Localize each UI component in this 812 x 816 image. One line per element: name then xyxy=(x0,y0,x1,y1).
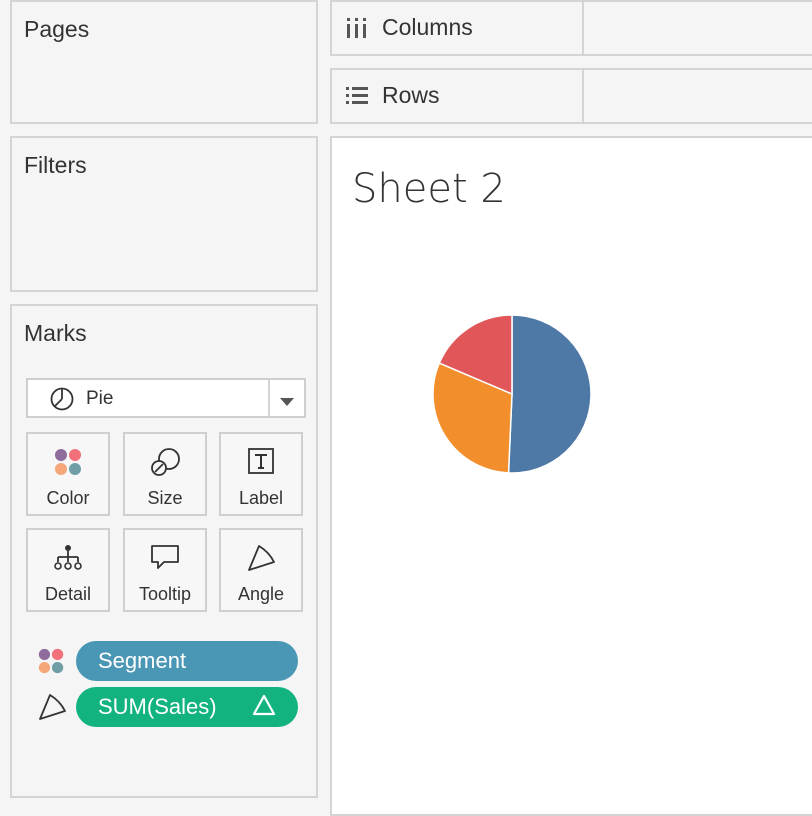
tooltip-label: Tooltip xyxy=(138,584,192,604)
columns-label: Columns xyxy=(382,14,473,40)
marks-panel: Marks Pie Color Size Label Detail Toolti… xyxy=(10,304,318,798)
dropdown-divider xyxy=(268,380,270,416)
angle-encoding-icon xyxy=(36,691,68,728)
size-button[interactable]: Size xyxy=(123,432,207,516)
rows-shelf[interactable]: Rows xyxy=(330,68,812,124)
filters-panel[interactable]: Filters xyxy=(10,136,318,292)
mark-type-dropdown[interactable]: Pie xyxy=(26,378,306,418)
label-button[interactable]: Label xyxy=(219,432,303,516)
color-label: Color xyxy=(46,488,90,508)
pages-title: Pages xyxy=(24,16,90,42)
rows-label: Rows xyxy=(382,82,440,108)
sum-sales-field-pill[interactable]: SUM(Sales) xyxy=(76,687,298,727)
angle-label: Angle xyxy=(237,584,285,604)
size-label: Size xyxy=(147,488,183,508)
sum-sales-pill-label: SUM(Sales) xyxy=(98,694,217,719)
columns-shelf-header: Columns xyxy=(332,2,584,54)
color-icon xyxy=(28,446,108,480)
pie-chart[interactable] xyxy=(422,304,602,484)
worksheet-view[interactable]: Sheet 2 xyxy=(330,136,812,816)
detail-hierarchy-icon xyxy=(28,542,108,576)
rows-shelf-header: Rows xyxy=(332,70,584,122)
marks-title: Marks xyxy=(24,320,87,346)
color-button[interactable]: Color xyxy=(26,432,110,516)
segment-pill-label: Segment xyxy=(98,648,187,673)
sheet-title: Sheet 2 xyxy=(352,166,506,212)
mark-type-label: Pie xyxy=(86,388,114,409)
columns-icon xyxy=(344,15,370,46)
filters-title: Filters xyxy=(24,152,87,178)
angle-icon xyxy=(221,542,301,576)
detail-label: Detail xyxy=(44,584,92,604)
pie-mark-icon xyxy=(50,387,74,416)
pie-slice[interactable] xyxy=(507,314,592,474)
pages-panel: Pages xyxy=(10,0,318,124)
tooltip-icon xyxy=(125,542,205,576)
chevron-down-icon[interactable] xyxy=(280,394,294,412)
delta-icon xyxy=(252,693,276,723)
label-label: Label xyxy=(238,488,284,508)
segment-field-pill[interactable]: Segment xyxy=(76,641,298,681)
angle-button[interactable]: Angle xyxy=(219,528,303,612)
columns-shelf[interactable]: Columns xyxy=(330,0,812,56)
color-encoding-icon xyxy=(36,646,66,681)
rows-icon xyxy=(344,83,370,114)
tooltip-button[interactable]: Tooltip xyxy=(123,528,207,612)
size-icon xyxy=(125,446,205,480)
text-label-icon xyxy=(221,446,301,480)
detail-button[interactable]: Detail xyxy=(26,528,110,612)
